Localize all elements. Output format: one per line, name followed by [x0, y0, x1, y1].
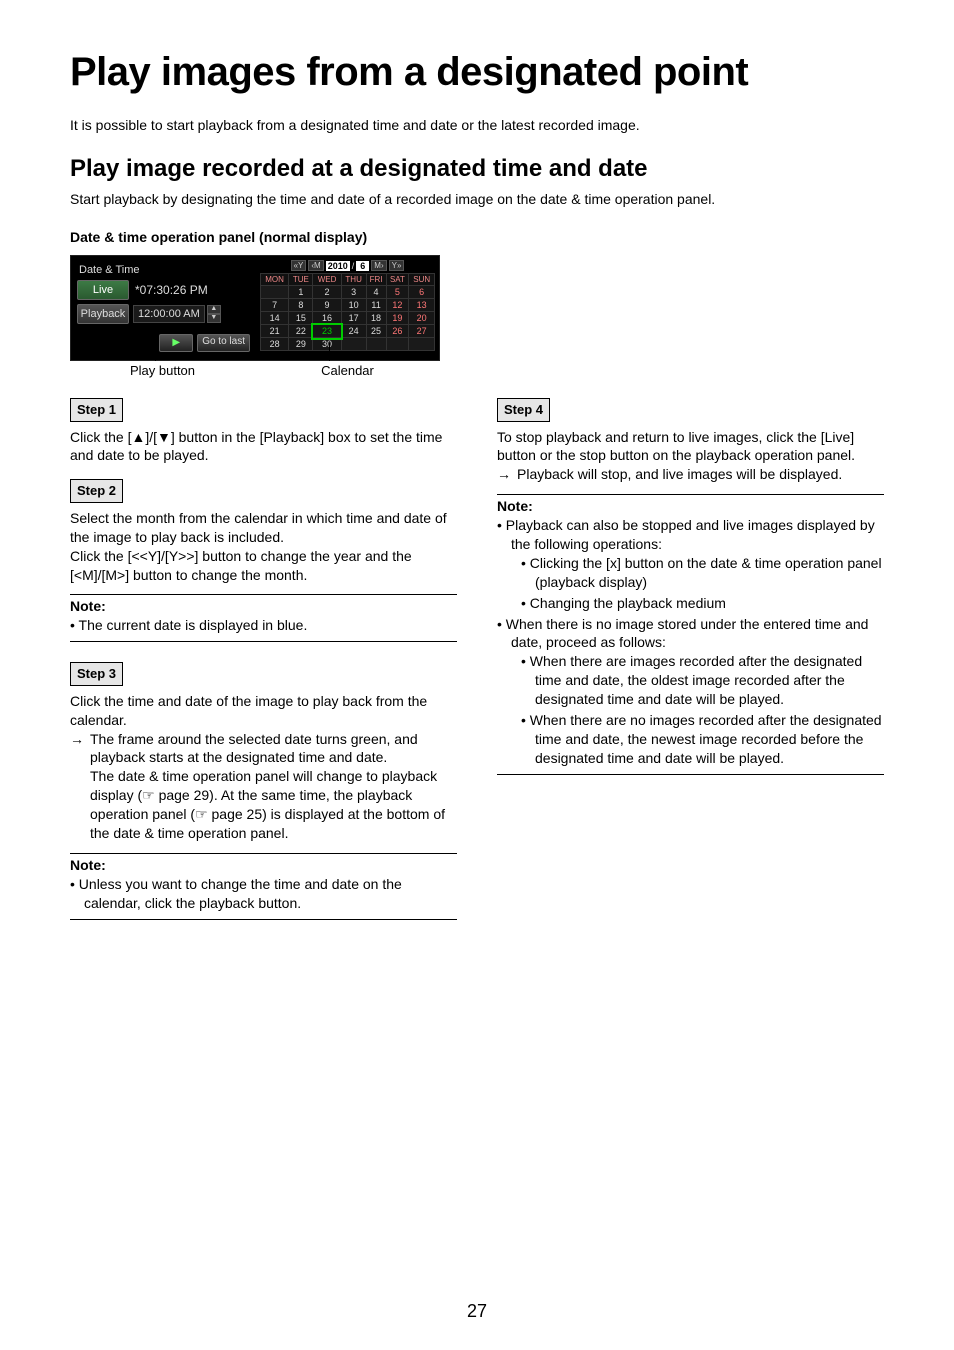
step3-label: Step 3	[70, 662, 123, 686]
step4-label: Step 4	[497, 398, 550, 422]
page-number: 27	[0, 1301, 954, 1322]
month-next-button[interactable]: M›	[371, 260, 386, 271]
calendar-selected-day[interactable]: 23	[313, 325, 341, 338]
step2-text1: Select the month from the calendar in wh…	[70, 509, 457, 547]
calendar-year: 2010	[326, 261, 350, 271]
step3-text3: The date & time operation panel will cha…	[90, 768, 445, 841]
callout-calendar: Calendar	[255, 363, 440, 378]
note3-b2b: When there are no images recorded after …	[535, 711, 884, 768]
note2-title: Note:	[70, 853, 457, 875]
step1-text: Click the [▲]/[▼] button in the [Playbac…	[70, 428, 457, 466]
step3-arrow-text: The frame around the selected date turns…	[90, 731, 418, 766]
date-time-panel: Date & Time Live *07:30:26 PM Playback 1…	[70, 255, 884, 378]
note3-b2a: When there are images recorded after the…	[535, 652, 884, 709]
note3-b1a: Clicking the [x] button on the date & ti…	[535, 554, 884, 592]
note3-b1: Playback can also be stopped and live im…	[511, 516, 884, 612]
step2-label: Step 2	[70, 479, 123, 503]
panel-caption: Date & time operation panel (normal disp…	[70, 229, 884, 245]
panel-header: Date & Time	[77, 262, 250, 280]
live-time-value: *07:30:26 PM	[135, 283, 208, 297]
section-title: Play image recorded at a designated time…	[70, 155, 884, 183]
intro-text: It is possible to start playback from a …	[70, 117, 884, 133]
playback-time-value: 12:00:00 AM	[133, 305, 205, 323]
arrow-icon: →	[497, 465, 517, 484]
note3-title: Note:	[497, 494, 884, 516]
step4-arrow-text: Playback will stop, and live images will…	[517, 465, 884, 484]
time-up-button[interactable]: ▲	[207, 305, 221, 314]
go-to-last-button[interactable]: Go to last	[197, 334, 250, 352]
time-down-button[interactable]: ▼	[207, 314, 221, 323]
year-prev-button[interactable]: «Y	[291, 260, 307, 271]
page-title: Play images from a designated point	[70, 50, 884, 95]
note2-bullet: Unless you want to change the time and d…	[84, 875, 457, 913]
step2-text2: Click the [<<Y]/[Y>>] button to change t…	[70, 547, 457, 585]
step1-label: Step 1	[70, 398, 123, 422]
arrow-icon: →	[70, 730, 90, 843]
callout-play-button: Play button	[70, 363, 255, 378]
step3-text1: Click the time and date of the image to …	[70, 692, 457, 730]
calendar-grid[interactable]: MON TUE WED THU FRI SAT SUN 123456 78910…	[260, 273, 435, 351]
calendar: «Y ‹M 2010 / 6 M› Y» MON TUE WED THU FRI…	[256, 256, 439, 360]
note3-b1b: Changing the playback medium	[535, 594, 884, 613]
month-prev-button[interactable]: ‹M	[308, 260, 323, 271]
live-button[interactable]: Live	[77, 280, 129, 300]
year-next-button[interactable]: Y»	[389, 260, 405, 271]
step4-text: To stop playback and return to live imag…	[497, 428, 884, 466]
note1-title: Note:	[70, 594, 457, 616]
note1-bullet: The current date is displayed in blue.	[84, 616, 457, 635]
section-intro: Start playback by designating the time a…	[70, 191, 884, 207]
note3-b2: When there is no image stored under the …	[511, 615, 884, 768]
playback-button[interactable]: Playback	[77, 304, 129, 324]
calendar-month: 6	[356, 261, 369, 271]
play-button[interactable]: ▶	[159, 334, 193, 352]
